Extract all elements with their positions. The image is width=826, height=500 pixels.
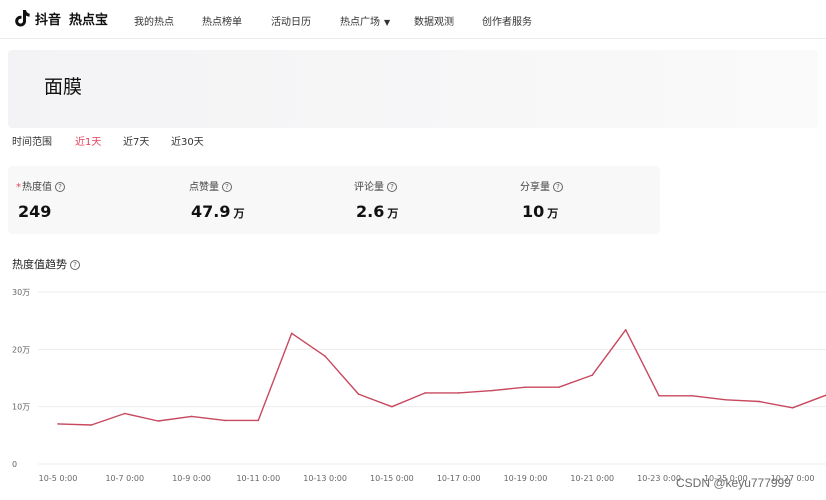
metric-likes-value-text: 47.9 — [191, 202, 231, 221]
nav-item-creator-service[interactable]: 创作者服务 — [482, 13, 532, 28]
time-range-1-day[interactable]: 近1天 — [75, 133, 101, 148]
help-icon[interactable]: ? — [387, 182, 397, 192]
metric-likes: 点赞量? 47.9 万 — [181, 166, 341, 234]
y-tick-label: 10万 — [12, 403, 30, 412]
nav-item-hot-list[interactable]: 热点榜单 — [202, 13, 242, 28]
metric-likes-number: 47.9 万 — [191, 202, 244, 221]
nav-item-my-hotspots[interactable]: 我的热点 — [134, 13, 174, 28]
x-tick-label: 10-21 0:00 — [570, 474, 614, 483]
data-point — [691, 394, 694, 397]
help-icon[interactable]: ? — [70, 260, 80, 270]
help-icon[interactable]: ? — [222, 182, 232, 192]
metric-comments-label-row: 评论量? — [354, 178, 397, 193]
data-point — [224, 419, 226, 422]
metric-heat-value-text: 249 — [18, 202, 52, 221]
metric-heat-value: *热度值? 249 — [8, 166, 168, 234]
data-point — [123, 412, 126, 415]
metric-shares-label-row: 分享量? — [520, 178, 563, 193]
help-icon[interactable]: ? — [553, 182, 563, 192]
heat-trend-line-chart[interactable]: 0 10万 20万 30万 10-5 0:00 10-7 0:00 10-9 0:00 10-… — [0, 280, 826, 494]
x-tick-label: 10-15 0:00 — [370, 474, 414, 483]
x-tick-label: 10-19 0:00 — [504, 474, 548, 483]
top-navigation-bar: 抖音 热点宝 我的热点 热点榜单 活动日历 热点广场 ▼ 数据观测 创作者服务 — [0, 0, 826, 39]
data-point — [524, 386, 527, 388]
data-point — [391, 405, 393, 408]
data-point — [558, 386, 560, 388]
data-point — [190, 415, 193, 418]
data-point — [725, 398, 727, 401]
nav-item-hot-square-label: 热点广场 — [340, 17, 380, 28]
y-tick-label: 0 — [12, 460, 17, 469]
data-point — [624, 329, 627, 331]
metric-shares-value-text: 10 — [522, 202, 545, 221]
x-tick-label: 10-11 0:00 — [236, 474, 280, 483]
metric-shares: 分享量? 10 万 — [512, 166, 672, 234]
x-tick-label: 10-23 0:00 — [637, 474, 681, 483]
data-point — [591, 374, 594, 376]
data-point — [157, 420, 159, 422]
trend-title-text: 热度值趋势 — [12, 258, 67, 271]
logo-text: 抖音 — [35, 12, 62, 28]
data-point — [491, 389, 493, 392]
metric-heat-number: 249 — [18, 202, 54, 221]
topic-title: 面膜 — [44, 76, 83, 98]
nav-item-data-observation[interactable]: 数据观测 — [414, 13, 454, 28]
data-point — [57, 423, 59, 425]
metric-comments-value-text: 2.6 — [356, 202, 385, 221]
metrics-panel: *热度值? 249 点赞量? 47.9 万 评论量? 2.6 万 分享量? 10 万 — [8, 166, 660, 234]
metric-comments: 评论量? 2.6 万 — [346, 166, 506, 234]
data-point — [290, 332, 293, 335]
data-point — [257, 419, 260, 422]
topic-header: 面膜 — [8, 50, 818, 128]
watermark-text: CSDN @keyu777999 — [676, 476, 791, 490]
metric-likes-unit: 万 — [233, 207, 245, 220]
required-mark: * — [16, 182, 21, 193]
x-tick-label: 10-9 0:00 — [172, 474, 211, 483]
metric-likes-label-row: 点赞量? — [189, 178, 232, 193]
data-point — [758, 400, 761, 403]
metric-heat-label-row: *热度值? — [16, 178, 65, 193]
chevron-down-icon: ▼ — [384, 18, 391, 27]
metric-shares-unit: 万 — [547, 207, 559, 220]
metric-comments-number: 2.6 万 — [356, 202, 398, 221]
data-point — [457, 392, 460, 394]
y-tick-label: 30万 — [12, 288, 30, 297]
data-point — [324, 355, 326, 358]
metric-heat-label: 热度值 — [22, 182, 52, 193]
x-tick-label: 10-5 0:00 — [39, 474, 78, 483]
x-tick-label: 10-7 0:00 — [105, 474, 144, 483]
data-point — [90, 424, 93, 426]
help-icon[interactable]: ? — [55, 182, 65, 192]
nav-item-hot-square[interactable]: 热点广场 ▼ — [340, 13, 390, 28]
nav-item-event-calendar[interactable]: 活动日历 — [271, 13, 311, 28]
data-point — [791, 407, 794, 409]
logo-subtitle: 热点宝 — [69, 12, 109, 28]
data-point — [424, 392, 427, 394]
metric-shares-number: 10 万 — [522, 202, 558, 221]
x-tick-label: 10-13 0:00 — [303, 474, 347, 483]
metric-shares-label: 分享量 — [520, 182, 550, 193]
brand-logo[interactable]: 抖音 热点宝 — [12, 8, 108, 28]
metric-comments-unit: 万 — [387, 207, 399, 220]
time-range-label: 时间范围 — [12, 137, 52, 148]
metric-comments-label: 评论量 — [354, 182, 384, 193]
data-point — [357, 393, 360, 395]
time-range-7-days[interactable]: 近7天 — [123, 133, 149, 148]
trend-section-title: 热度值趋势? — [12, 256, 80, 272]
metric-likes-label: 点赞量 — [189, 182, 219, 193]
tiktok-logo-icon — [15, 10, 30, 27]
data-point — [658, 394, 660, 397]
series-line — [57, 329, 826, 426]
time-range-30-days[interactable]: 近30天 — [171, 133, 204, 148]
x-tick-label: 10-17 0:00 — [437, 474, 481, 483]
y-tick-label: 20万 — [12, 345, 30, 354]
